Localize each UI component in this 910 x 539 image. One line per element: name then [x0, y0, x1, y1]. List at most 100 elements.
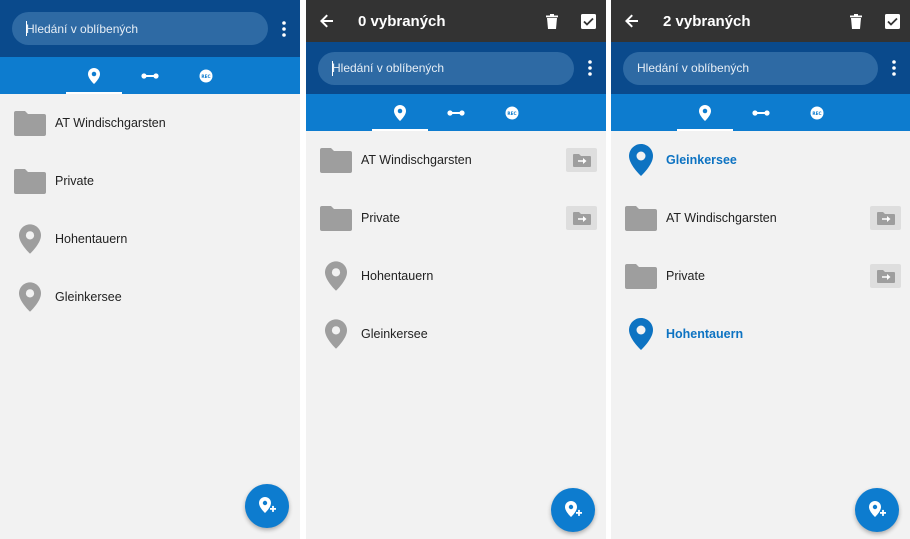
- tab-places[interactable]: [66, 57, 122, 94]
- search-placeholder: Hledání v oblíbených: [637, 61, 750, 75]
- item-label: Gleinkersee: [666, 153, 737, 167]
- item-label: Private: [666, 269, 705, 283]
- overflow-menu-icon[interactable]: [274, 20, 294, 37]
- map-pin-icon: [320, 318, 352, 350]
- favorites-screen-two-selected: 2 vybraných Hledání v oblíbených REC Gle…: [611, 0, 910, 539]
- move-to-folder-button[interactable]: [870, 264, 901, 288]
- list-item[interactable]: Hohentauern: [0, 210, 300, 268]
- favorites-list: AT Windischgarsten Private Hohentauern G…: [306, 131, 606, 363]
- map-pin-icon: [14, 223, 46, 255]
- tab-routes[interactable]: [428, 94, 484, 131]
- route-icon: [141, 72, 159, 79]
- svg-text:REC: REC: [812, 111, 821, 116]
- search-input[interactable]: Hledání v oblíbených: [318, 51, 574, 85]
- add-pin-icon: [869, 501, 886, 517]
- overflow-menu-icon[interactable]: [580, 60, 600, 76]
- tab-routes[interactable]: [733, 94, 789, 131]
- tab-routes[interactable]: [122, 57, 178, 94]
- search-placeholder: Hledání v oblíbených: [332, 61, 445, 75]
- folder-icon: [625, 202, 657, 234]
- route-icon: [447, 109, 465, 116]
- search-input[interactable]: Hledání v oblíbených: [12, 12, 268, 45]
- pin-icon: [394, 104, 406, 121]
- favorites-list: Gleinkersee AT Windischgarsten Private H…: [611, 131, 910, 363]
- move-to-folder-button[interactable]: [870, 206, 901, 230]
- text-cursor: [26, 21, 27, 36]
- rec-icon: REC: [810, 106, 823, 119]
- list-item-selected[interactable]: Gleinkersee: [611, 131, 910, 189]
- tab-places[interactable]: [372, 94, 428, 131]
- folder-icon: [320, 144, 352, 176]
- list-item[interactable]: Hohentauern: [306, 247, 606, 305]
- selection-count: 0 vybraných: [358, 12, 446, 30]
- tab-recordings[interactable]: REC: [484, 94, 540, 131]
- text-cursor: [332, 60, 333, 76]
- add-place-fab[interactable]: [855, 488, 899, 532]
- move-to-folder-icon: [876, 270, 895, 283]
- add-place-fab[interactable]: [551, 488, 595, 532]
- favorites-screen-default: Hledání v oblíbených REC AT Windischgars…: [0, 0, 300, 539]
- selection-appbar: 2 vybraných: [611, 0, 910, 42]
- list-item[interactable]: Private: [306, 189, 606, 247]
- list-item[interactable]: AT Windischgarsten: [611, 189, 910, 247]
- item-label: Hohentauern: [361, 269, 434, 283]
- search-header: Hledání v oblíbených: [611, 42, 910, 94]
- svg-text:REC: REC: [201, 74, 210, 79]
- list-item-selected[interactable]: Hohentauern: [611, 305, 910, 363]
- selected-map-pin-icon: [625, 144, 657, 176]
- pin-icon: [88, 67, 100, 84]
- tab-places[interactable]: [676, 94, 733, 131]
- move-to-folder-button[interactable]: [566, 148, 597, 172]
- folder-icon: [14, 107, 46, 139]
- add-place-fab[interactable]: [245, 484, 289, 528]
- item-label: Hohentauern: [666, 327, 744, 341]
- selection-appbar: 0 vybraných: [306, 0, 606, 42]
- move-to-folder-icon: [572, 212, 591, 225]
- list-item[interactable]: Private: [611, 247, 910, 305]
- back-arrow-icon[interactable]: [611, 14, 653, 28]
- folder-icon: [14, 165, 46, 197]
- folder-icon: [320, 202, 352, 234]
- overflow-menu-icon[interactable]: [884, 60, 904, 76]
- tab-bar: REC: [0, 57, 300, 94]
- back-arrow-icon[interactable]: [306, 14, 348, 28]
- selection-count: 2 vybraných: [663, 12, 751, 30]
- folder-icon: [625, 260, 657, 292]
- search-header: Hledání v oblíbených: [306, 42, 606, 94]
- select-all-icon[interactable]: [874, 13, 910, 29]
- add-pin-icon: [259, 497, 276, 513]
- selected-map-pin-icon: [625, 318, 657, 350]
- search-placeholder: Hledání v oblíbených: [26, 21, 139, 36]
- move-to-folder-icon: [572, 154, 591, 167]
- favorites-list: AT Windischgarsten Private Hohentauern G…: [0, 94, 300, 326]
- item-label: Hohentauern: [55, 232, 128, 246]
- move-to-folder-icon: [876, 212, 895, 225]
- delete-icon[interactable]: [838, 13, 874, 29]
- item-label: AT Windischgarsten: [666, 211, 777, 225]
- tab-bar: REC: [306, 94, 606, 131]
- tab-recordings[interactable]: REC: [178, 57, 234, 94]
- favorites-screen-selection: 0 vybraných Hledání v oblíbených REC AT …: [306, 0, 606, 539]
- list-item[interactable]: AT Windischgarsten: [306, 131, 606, 189]
- map-pin-icon: [14, 281, 46, 313]
- select-all-icon[interactable]: [570, 13, 606, 29]
- search-input[interactable]: Hledání v oblíbených: [623, 51, 878, 85]
- list-item[interactable]: Gleinkersee: [0, 268, 300, 326]
- svg-text:REC: REC: [507, 111, 516, 116]
- move-to-folder-button[interactable]: [566, 206, 597, 230]
- item-label: AT Windischgarsten: [55, 116, 166, 130]
- add-pin-icon: [565, 501, 582, 517]
- search-header: Hledání v oblíbených: [0, 0, 300, 57]
- item-label: Gleinkersee: [361, 327, 428, 341]
- list-item[interactable]: Gleinkersee: [306, 305, 606, 363]
- list-item[interactable]: AT Windischgarsten: [0, 94, 300, 152]
- rec-icon: REC: [199, 69, 213, 82]
- item-label: Private: [55, 174, 94, 188]
- list-item[interactable]: Private: [0, 152, 300, 210]
- map-pin-icon: [320, 260, 352, 292]
- item-label: AT Windischgarsten: [361, 153, 472, 167]
- route-icon: [751, 109, 770, 116]
- delete-icon[interactable]: [534, 13, 570, 29]
- item-label: Private: [361, 211, 400, 225]
- tab-recordings[interactable]: REC: [789, 94, 845, 131]
